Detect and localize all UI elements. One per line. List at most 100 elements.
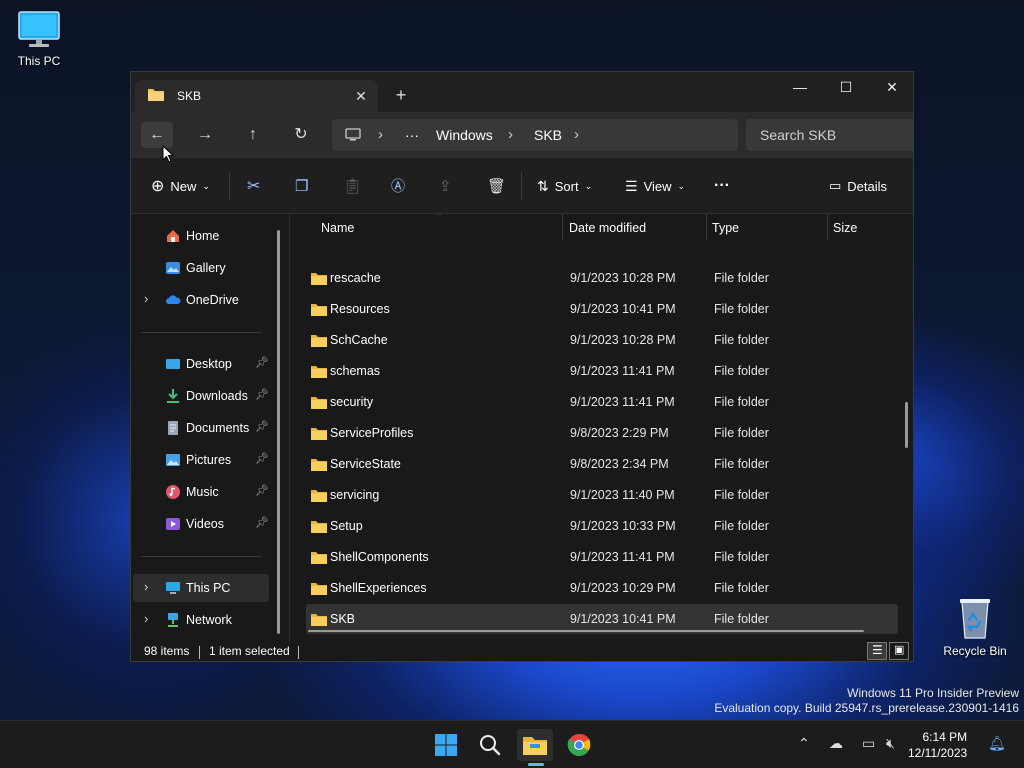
title-bar: SKB ✕ + — ☐ ✕ — [131, 72, 913, 112]
network-tray-icon[interactable]: ▭ — [862, 735, 875, 752]
file-explorer-window: SKB ✕ + — ☐ ✕ ← → ↑ ↻ › ··· Windows › SK… — [130, 71, 914, 662]
sort-button[interactable]: ⇅ Sort ⌄ — [537, 174, 592, 198]
watermark-line1: Windows 11 Pro Insider Preview — [847, 686, 1019, 700]
volume-muted-icon[interactable]: 🔇︎ — [886, 735, 895, 752]
chrome-taskbar-button[interactable] — [561, 729, 597, 761]
file-date: 9/1/2023 11:40 PM — [570, 488, 675, 502]
table-row[interactable]: rescache 9/1/2023 10:28 PM File folder — [306, 263, 898, 293]
maximize-button[interactable]: ☐ — [823, 72, 869, 102]
table-row[interactable]: Resources 9/1/2023 10:41 PM File folder — [306, 294, 898, 324]
watermark-line2: Evaluation copy. Build 25947.rs_prerelea… — [714, 701, 1019, 715]
sidebar-item-this-pc[interactable]: › This PC — [133, 574, 269, 602]
table-row[interactable]: ServiceState 9/8/2023 2:34 PM File folder — [306, 449, 898, 479]
minimize-button[interactable]: — — [777, 72, 823, 102]
search-input[interactable] — [760, 127, 910, 143]
search-box[interactable] — [746, 119, 913, 151]
column-type[interactable]: Type — [712, 221, 739, 235]
refresh-button[interactable]: ↻ — [285, 122, 317, 148]
sidebar-item-desktop[interactable]: Desktop 📌︎ — [133, 350, 269, 378]
details-view-button[interactable]: ☰ — [867, 642, 887, 660]
sidebar-item-network[interactable]: › Network — [133, 606, 269, 634]
address-bar[interactable]: › ··· Windows › SKB › — [332, 119, 738, 151]
active-indicator — [528, 763, 544, 766]
notification-bell-icon[interactable]: 🔔︎ — [988, 735, 1006, 752]
table-row[interactable]: Setup 9/1/2023 10:33 PM File folder — [306, 511, 898, 541]
file-date: 9/1/2023 10:29 PM — [570, 581, 676, 595]
more-options-button[interactable]: ··· — [714, 174, 730, 198]
table-row[interactable]: SchCache 9/1/2023 10:28 PM File folder — [306, 325, 898, 355]
clock[interactable]: 6:14 PM 12/11/2023 — [908, 729, 967, 761]
view-button[interactable]: ☰ View ⌄ — [625, 174, 685, 198]
close-button[interactable]: ✕ — [869, 72, 913, 102]
file-date: 9/1/2023 10:41 PM — [570, 612, 676, 626]
horizontal-scrollbar[interactable] — [308, 630, 864, 632]
table-row[interactable]: servicing 9/1/2023 11:40 PM File folder — [306, 480, 898, 510]
sidebar-item-label: OneDrive — [186, 293, 239, 307]
breadcrumb-windows[interactable]: Windows — [436, 127, 493, 143]
folder-icon — [148, 89, 164, 101]
toolbar-divider — [229, 172, 230, 200]
column-name[interactable]: Name — [321, 221, 354, 235]
table-row[interactable]: ShellExperiences 9/1/2023 10:29 PM File fo… — [306, 573, 898, 603]
sidebar-item-gallery[interactable]: Gallery — [133, 254, 269, 282]
file-date: 9/1/2023 10:28 PM — [570, 271, 676, 285]
tab-skb[interactable]: SKB ✕ — [135, 80, 378, 112]
desktop-icon-label: This PC — [17, 54, 61, 68]
delete-button[interactable]: 🗑︎ — [487, 174, 506, 198]
view-list-icon: ☰ — [625, 177, 638, 194]
pin-icon: 📌︎ — [255, 389, 269, 401]
column-divider[interactable] — [562, 214, 563, 240]
table-row[interactable]: ServiceProfiles 9/8/2023 2:29 PM File fold… — [306, 418, 898, 448]
column-divider[interactable] — [827, 214, 828, 240]
sidebar-item-home[interactable]: Home — [133, 222, 269, 250]
sidebar-item-videos[interactable]: Videos 📌︎ — [133, 510, 269, 538]
sidebar-item-pictures[interactable]: Pictures 📌︎ — [133, 446, 269, 474]
new-button[interactable]: ⊕ New ⌄ — [151, 174, 210, 198]
sidebar-item-label: Music — [186, 485, 219, 499]
forward-button[interactable]: → — [189, 122, 221, 148]
onedrive-tray-icon[interactable]: ☁ — [829, 735, 843, 752]
column-size[interactable]: Size — [833, 221, 857, 235]
show-hidden-icons-button[interactable]: ⌃ — [798, 735, 810, 752]
share-button[interactable]: ⇪ — [439, 174, 452, 198]
up-button[interactable]: ↑ — [237, 122, 269, 148]
cut-button[interactable]: ✂ — [247, 174, 260, 198]
table-row[interactable]: schemas 9/1/2023 11:41 PM File folder — [306, 356, 898, 386]
table-row[interactable]: security 9/1/2023 11:41 PM File folder — [306, 387, 898, 417]
sort-button-label: Sort — [554, 178, 579, 194]
sidebar-item-downloads[interactable]: Downloads 📌︎ — [133, 382, 269, 410]
breadcrumb-skb[interactable]: SKB — [534, 127, 562, 143]
sidebar-item-label: Pictures — [186, 453, 232, 467]
paste-button[interactable]: 📋︎ — [343, 174, 362, 198]
details-button[interactable]: ▭ Details — [829, 174, 887, 198]
chevron-right-icon[interactable]: › — [144, 291, 148, 306]
vertical-scrollbar[interactable] — [905, 402, 908, 448]
file-explorer-taskbar-button[interactable] — [517, 729, 553, 761]
chevron-right-icon[interactable]: › — [144, 611, 148, 626]
file-name: SKB — [330, 612, 356, 626]
search-taskbar-button[interactable] — [472, 729, 508, 761]
desktop: This PC Recycle Bin Windows 11 Pro Insid… — [0, 0, 1024, 720]
desktop-icon-this-pc[interactable]: This PC — [1, 10, 77, 68]
copy-button[interactable]: ❐ — [295, 174, 308, 198]
breadcrumb-ellipsis[interactable]: ··· — [405, 127, 419, 143]
sort-icon: ⇅ — [537, 177, 549, 194]
start-button[interactable] — [428, 729, 464, 761]
new-tab-button[interactable]: + — [391, 85, 411, 105]
table-row[interactable]: ShellComponents 9/1/2023 11:41 PM File fol… — [306, 542, 898, 572]
sidebar-item-documents[interactable]: Documents 📌︎ — [133, 414, 269, 442]
tab-title: SKB — [177, 89, 202, 103]
new-button-label: New — [170, 178, 197, 194]
desktop-icon-recycle-bin[interactable]: Recycle Bin — [937, 596, 1013, 658]
tab-close-button[interactable]: ✕ — [351, 86, 371, 106]
address-bar-row: ← → ↑ ↻ › ··· Windows › SKB › — [131, 112, 913, 158]
column-date-modified[interactable]: Date modified — [569, 221, 646, 235]
tiles-view-button[interactable]: ▣ — [889, 642, 909, 660]
sidebar-item-onedrive[interactable]: › OneDrive — [133, 286, 269, 314]
sidebar-item-music[interactable]: Music 📌︎ — [133, 478, 269, 506]
rename-button[interactable]: Ⓐ — [391, 174, 405, 198]
column-divider[interactable] — [706, 214, 707, 240]
sidebar-scrollbar[interactable] — [277, 230, 280, 634]
chevron-right-icon[interactable]: › — [144, 579, 148, 594]
chevron-right-icon: › — [574, 126, 579, 143]
